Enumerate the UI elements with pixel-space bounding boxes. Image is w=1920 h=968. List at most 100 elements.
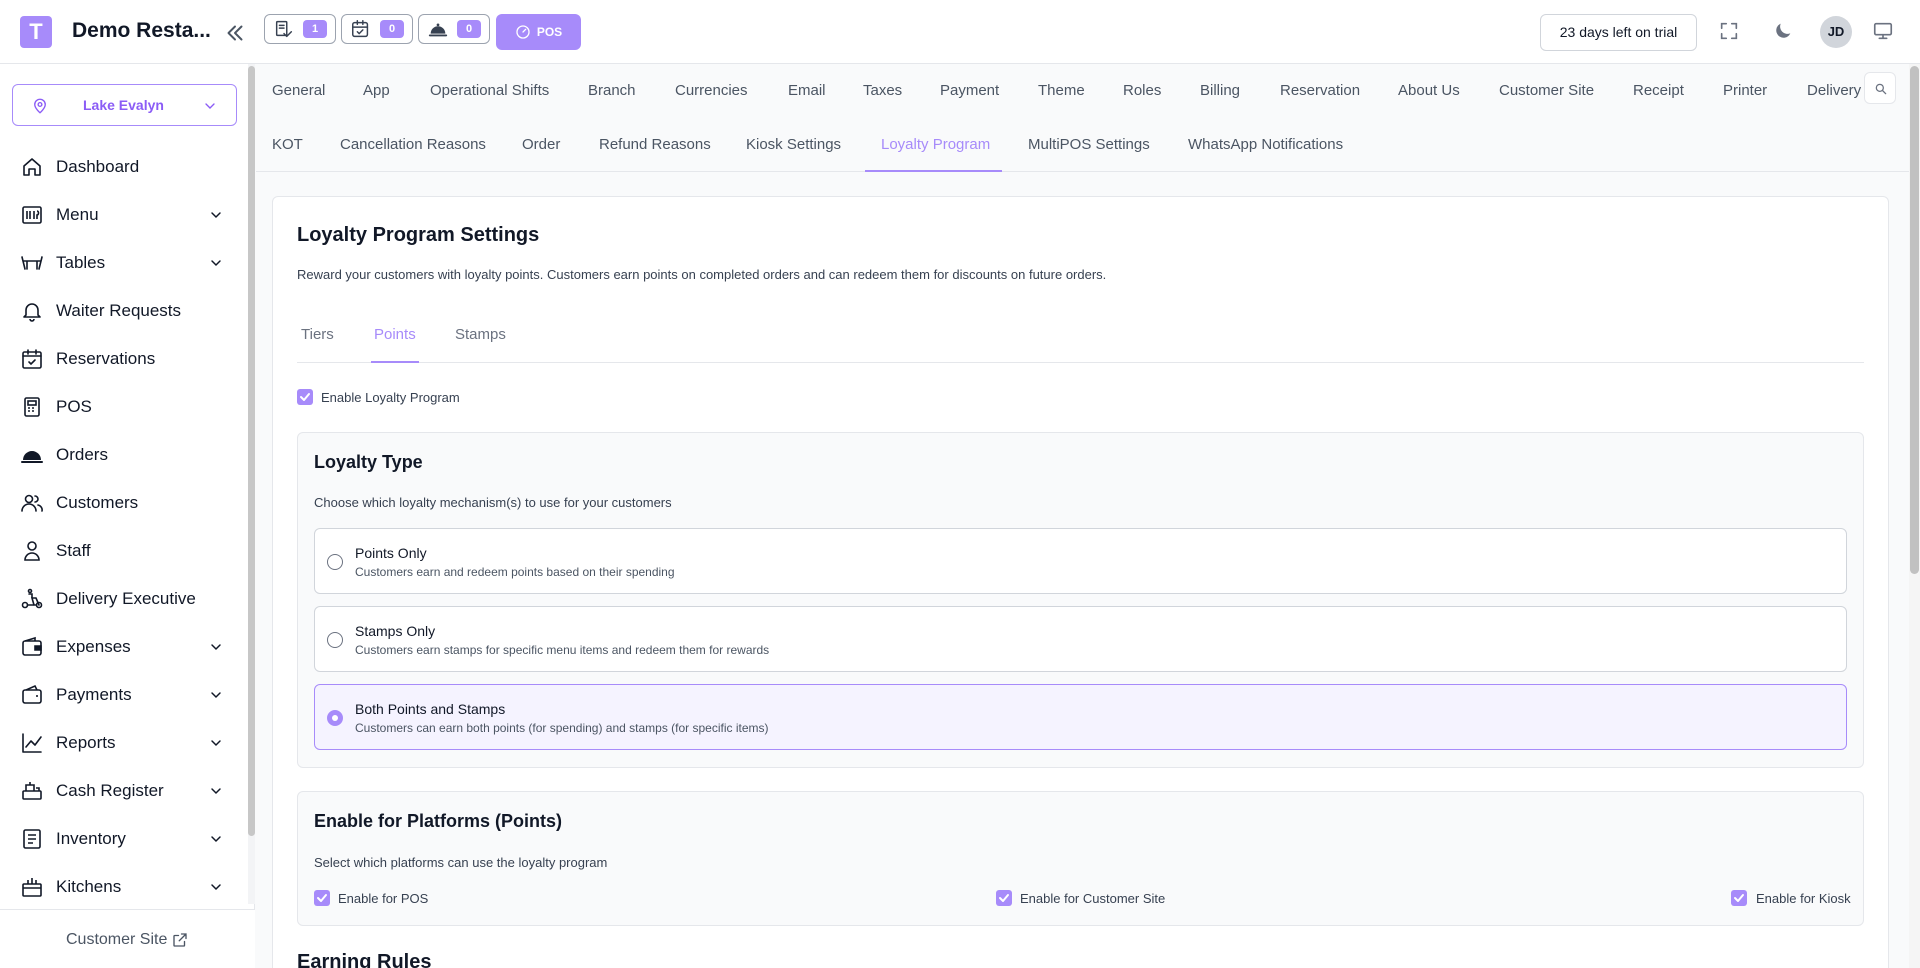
- sidebar-item-cash-register[interactable]: Cash Register: [0, 771, 245, 811]
- tab-multipos-settings[interactable]: MultiPOS Settings: [1028, 136, 1150, 153]
- page-title: Loyalty Program Settings: [297, 224, 540, 246]
- enable-kiosk-checkbox[interactable]: [1731, 890, 1747, 906]
- tab-points[interactable]: Points: [374, 326, 416, 343]
- active-subtab-indicator: [371, 361, 419, 363]
- orders-counter-button[interactable]: 0: [418, 14, 490, 44]
- tab-roles[interactable]: Roles: [1123, 82, 1161, 99]
- tab-payment[interactable]: Payment: [940, 82, 999, 99]
- tab-search-button[interactable]: [1864, 72, 1896, 104]
- customer-site-link-label: Customer Site: [66, 931, 168, 948]
- tab-taxes[interactable]: Taxes: [863, 82, 902, 99]
- sidebar-item-orders[interactable]: Orders: [0, 435, 245, 475]
- tab-refund-reasons[interactable]: Refund Reasons: [599, 136, 711, 153]
- sidebar-item-label: Delivery Executive: [56, 589, 196, 608]
- option-title: Stamps Only: [355, 623, 436, 639]
- tab-app[interactable]: App: [363, 82, 390, 99]
- tab-billing[interactable]: Billing: [1200, 82, 1240, 99]
- sidebar-item-customers[interactable]: Customers: [0, 483, 245, 523]
- page-scrollbar-thumb[interactable]: [1910, 66, 1919, 574]
- tab-branch[interactable]: Branch: [588, 82, 636, 99]
- pos-terminal-icon: [20, 395, 44, 419]
- sidebar-item-pos[interactable]: POS: [0, 387, 245, 427]
- option-title: Both Points and Stamps: [355, 701, 506, 717]
- sidebar-item-kitchens[interactable]: Kitchens: [0, 867, 245, 907]
- enable-loyalty-checkbox[interactable]: [297, 389, 313, 405]
- tab-whatsapp-notifications[interactable]: WhatsApp Notifications: [1188, 136, 1343, 153]
- tab-receipt[interactable]: Receipt: [1633, 82, 1684, 99]
- dark-mode-icon[interactable]: [1772, 20, 1794, 42]
- chevron-down-icon: [208, 879, 224, 895]
- active-tab-indicator: [865, 170, 1002, 172]
- tab-general[interactable]: General: [272, 82, 325, 99]
- sidebar-item-expenses[interactable]: Expenses: [0, 627, 245, 667]
- pos-button[interactable]: POS: [496, 14, 581, 50]
- option-both-points-and-stamps[interactable]: Both Points and Stamps Customers can ear…: [314, 684, 1847, 750]
- tab-operational-shifts[interactable]: Operational Shifts: [430, 82, 549, 99]
- tab-delivery[interactable]: Delivery: [1807, 82, 1861, 99]
- tab-reservation[interactable]: Reservation: [1280, 82, 1360, 99]
- waiter-requests-counter-button[interactable]: 1: [264, 14, 336, 44]
- monitor-icon[interactable]: [1872, 20, 1894, 42]
- sidebar-item-waiter-requests[interactable]: Waiter Requests: [0, 291, 245, 331]
- sidebar-item-payments[interactable]: Payments: [0, 675, 245, 715]
- sidebar-item-staff[interactable]: Staff: [0, 531, 245, 571]
- sidebar-item-reports[interactable]: Reports: [0, 723, 245, 763]
- option-stamps-only[interactable]: Stamps Only Customers earn stamps for sp…: [314, 606, 1847, 672]
- restaurant-name: Demo Resta...: [72, 19, 211, 42]
- sidebar-item-menu[interactable]: Menu: [0, 195, 245, 235]
- tab-currencies[interactable]: Currencies: [675, 82, 748, 99]
- both-points-stamps-radio[interactable]: [327, 710, 343, 726]
- app-logo[interactable]: T: [20, 16, 52, 48]
- collapse-sidebar-icon[interactable]: [222, 20, 248, 46]
- sidebar-item-dashboard[interactable]: Dashboard: [0, 147, 245, 187]
- tab-tiers[interactable]: Tiers: [301, 326, 334, 343]
- sidebar-item-label: Inventory: [56, 829, 126, 848]
- sidebar-item-delivery-executive[interactable]: Delivery Executive: [0, 579, 245, 619]
- option-description: Customers earn stamps for specific menu …: [355, 643, 770, 657]
- location-pin-icon: [31, 97, 49, 115]
- option-title: Points Only: [355, 545, 427, 561]
- tab-customer-site[interactable]: Customer Site: [1499, 82, 1594, 99]
- customer-site-link[interactable]: Customer Site: [66, 931, 189, 949]
- wallet-icon: [20, 635, 44, 659]
- tab-kot[interactable]: KOT: [272, 136, 303, 153]
- tab-loyalty-program[interactable]: Loyalty Program: [881, 136, 990, 153]
- sidebar-item-inventory[interactable]: Inventory: [0, 819, 245, 859]
- sidebar-scrollbar-thumb[interactable]: [248, 66, 255, 836]
- branch-name: Lake Evalyn: [83, 97, 164, 113]
- orders-count: 0: [457, 20, 481, 38]
- tab-email[interactable]: Email: [788, 82, 826, 99]
- sidebar-item-reservations[interactable]: Reservations: [0, 339, 245, 379]
- user-avatar[interactable]: JD: [1820, 16, 1852, 48]
- tab-kiosk-settings[interactable]: Kiosk Settings: [746, 136, 841, 153]
- chevron-down-icon: [208, 255, 224, 271]
- option-description: Customers can earn both points (for spen…: [355, 721, 769, 735]
- enable-pos-checkbox[interactable]: [314, 890, 330, 906]
- chevron-down-icon: [208, 687, 224, 703]
- points-only-radio[interactable]: [327, 554, 343, 570]
- sidebar-item-tables[interactable]: Tables: [0, 243, 245, 283]
- option-points-only[interactable]: Points Only Customers earn and redeem po…: [314, 528, 1847, 594]
- calendar-check-icon: [350, 18, 372, 40]
- tab-stamps[interactable]: Stamps: [455, 326, 506, 343]
- top-bar: T Demo Resta... 1 0 0 POS 23 days left o…: [0, 0, 1920, 64]
- enable-customer-site-checkbox[interactable]: [996, 890, 1012, 906]
- tab-theme[interactable]: Theme: [1038, 82, 1085, 99]
- tab-printer[interactable]: Printer: [1723, 82, 1767, 99]
- tab-about-us[interactable]: About Us: [1398, 82, 1460, 99]
- chevron-down-icon: [208, 639, 224, 655]
- sidebar-footer: Customer Site: [0, 909, 255, 968]
- chart-line-icon: [20, 731, 44, 755]
- tab-order[interactable]: Order: [522, 136, 560, 153]
- stamps-only-radio[interactable]: [327, 632, 343, 648]
- reservations-counter-button[interactable]: 0: [341, 14, 413, 44]
- earning-rules-title: Earning Rules: [297, 951, 432, 968]
- external-link-icon: [171, 931, 189, 949]
- trial-status[interactable]: 23 days left on trial: [1540, 14, 1697, 51]
- home-icon: [20, 155, 44, 179]
- fullscreen-icon[interactable]: [1718, 20, 1740, 42]
- tab-cancellation-reasons[interactable]: Cancellation Reasons: [340, 136, 486, 153]
- inventory-icon: [20, 827, 44, 851]
- branch-selector[interactable]: Lake Evalyn: [12, 84, 237, 126]
- option-description: Customers earn and redeem points based o…: [355, 565, 675, 579]
